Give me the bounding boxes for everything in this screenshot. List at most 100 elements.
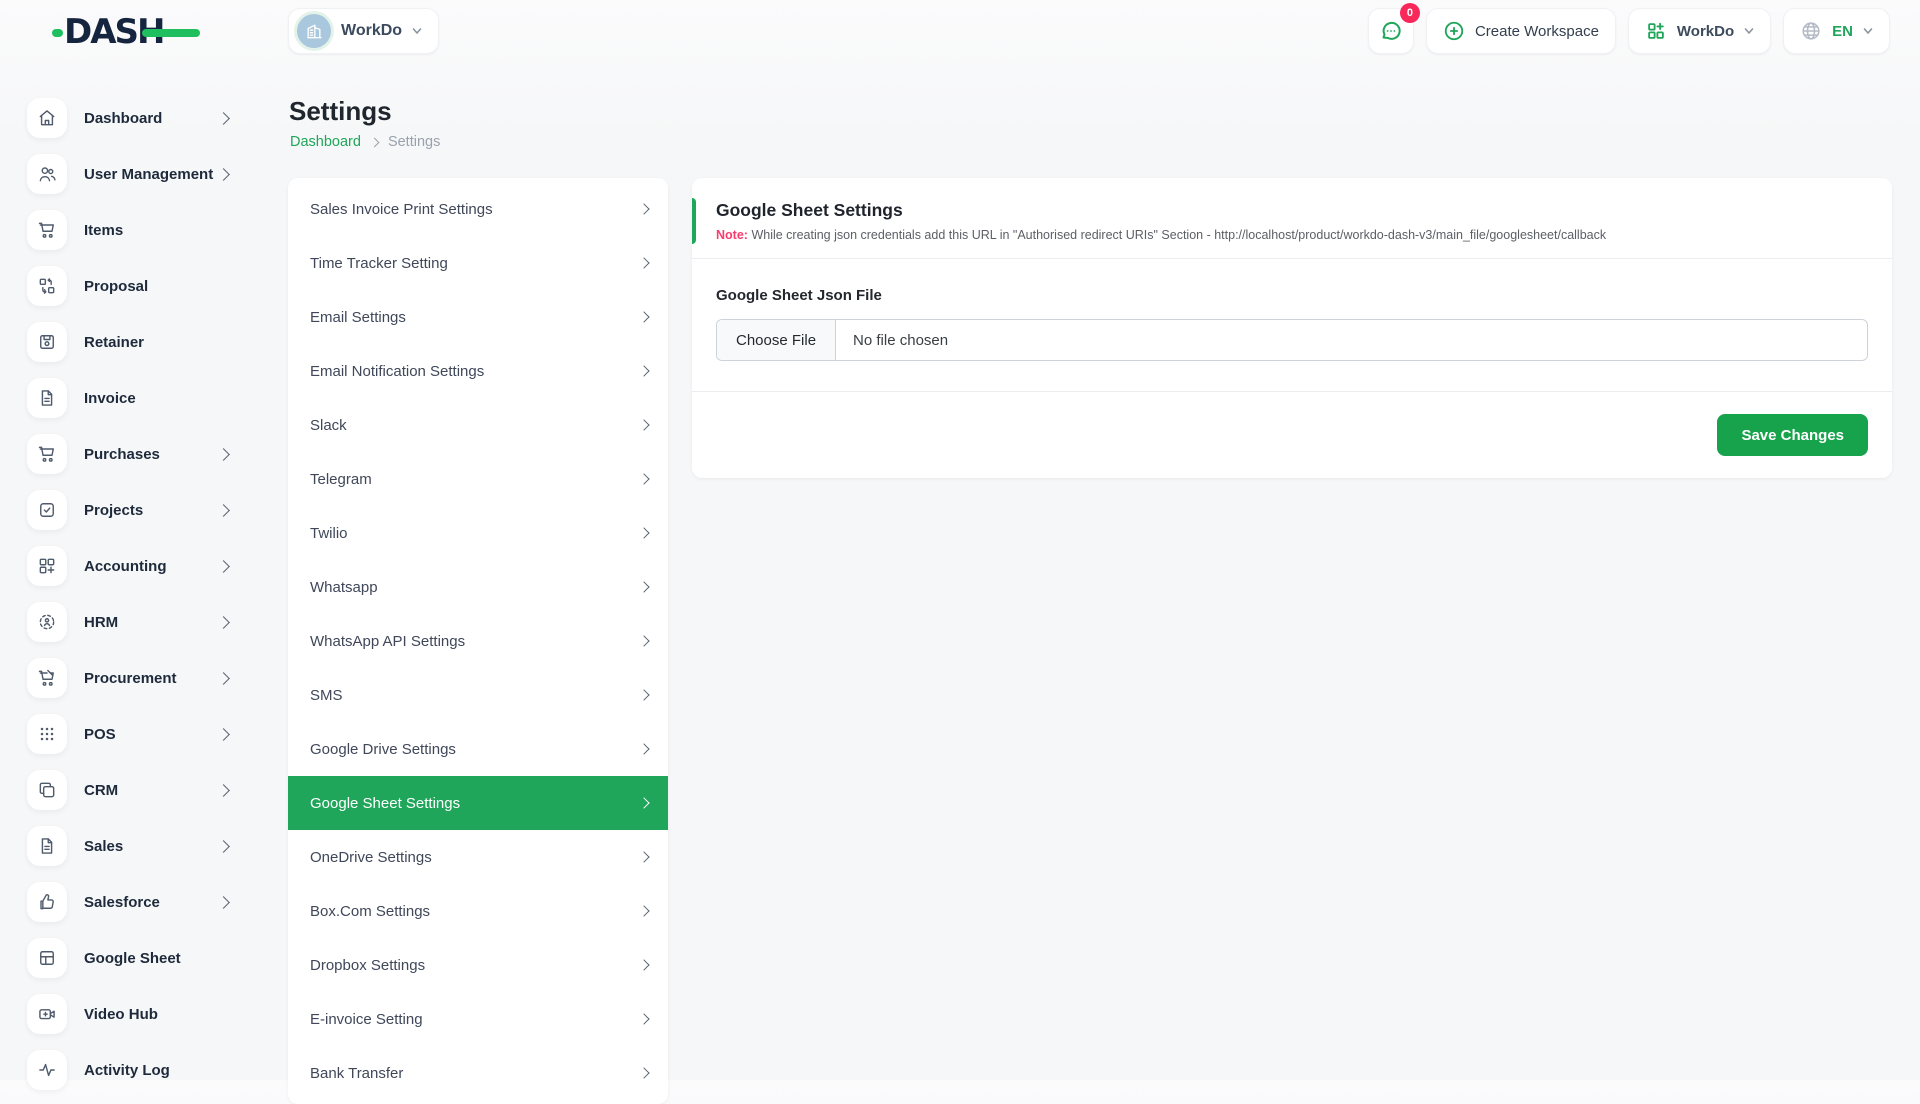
sidebar-item-video-hub[interactable]: Video Hub <box>0 986 258 1042</box>
sidebar-item-purchases[interactable]: Purchases <box>0 426 258 482</box>
sidebar-item-projects[interactable]: Projects <box>0 482 258 538</box>
sidebar-item-user-management[interactable]: User Management <box>0 146 258 202</box>
messages-count-badge: 0 <box>1400 3 1420 23</box>
chevron-right-icon <box>638 365 649 376</box>
sidebar-item-invoice[interactable]: Invoice <box>0 370 258 426</box>
note-label: Note: <box>716 228 748 242</box>
chevron-right-icon <box>638 689 649 700</box>
chevron-right-icon <box>217 616 230 629</box>
panel-header: Google Sheet Settings Note: While creati… <box>692 178 1892 259</box>
sidebar-item-sales[interactable]: Sales <box>0 818 258 874</box>
create-workspace-button[interactable]: Create Workspace <box>1426 8 1616 54</box>
chevron-right-icon <box>638 527 649 538</box>
settings-menu-item-active[interactable]: Google Sheet Settings <box>288 776 668 830</box>
settings-menu-item[interactable]: Dropbox Settings <box>288 938 668 992</box>
breadcrumb-dashboard-link[interactable]: Dashboard <box>290 134 361 150</box>
chevron-right-icon <box>217 560 230 573</box>
sidebar-item-dashboard[interactable]: Dashboard <box>0 90 258 146</box>
sidebar-item-proposal[interactable]: Proposal <box>0 258 258 314</box>
topbar: DASH WorkDo 0 Create Work <box>0 0 1920 64</box>
apps-grid-icon <box>1645 20 1667 42</box>
sidebar-item-pos[interactable]: POS <box>0 706 258 762</box>
workspace-selector[interactable]: WorkDo <box>288 8 439 54</box>
chevron-right-icon <box>638 1013 649 1024</box>
settings-menu-item[interactable]: Slack <box>288 398 668 452</box>
language-selector[interactable]: EN <box>1783 8 1890 54</box>
panel-accent-bar <box>692 198 696 244</box>
chevron-right-icon <box>638 905 649 916</box>
workflow-icon <box>27 266 67 306</box>
chevron-right-icon <box>638 743 649 754</box>
settings-menu-item[interactable]: Box.Com Settings <box>288 884 668 938</box>
save-changes-button[interactable]: Save Changes <box>1717 414 1868 456</box>
sidebar-item-procurement[interactable]: Procurement <box>0 650 258 706</box>
chevron-right-icon <box>638 473 649 484</box>
dash-logo[interactable]: DASH <box>64 13 194 51</box>
panel-body: Google Sheet Json File Choose File No fi… <box>692 259 1892 392</box>
table-icon <box>27 938 67 978</box>
chevron-down-icon <box>412 26 422 36</box>
building-icon <box>304 21 324 41</box>
settings-menu-item[interactable]: Time Tracker Setting <box>288 236 668 290</box>
activity-pulse-icon <box>27 1050 67 1090</box>
chevron-right-icon <box>217 896 230 909</box>
chevron-down-icon <box>1863 26 1873 36</box>
settings-menu-item[interactable]: Bank Transfer <box>288 1046 668 1100</box>
choose-file-button[interactable]: Choose File <box>717 320 836 360</box>
chevron-right-icon <box>638 635 649 646</box>
chevron-right-icon <box>217 784 230 797</box>
settings-menu-item[interactable]: Whatsapp <box>288 560 668 614</box>
sidebar-item-crm[interactable]: CRM <box>0 762 258 818</box>
sidebar-item-accounting[interactable]: Accounting <box>0 538 258 594</box>
settings-menu-item[interactable]: Twilio <box>288 506 668 560</box>
chevron-right-icon <box>638 311 649 322</box>
chevron-right-icon <box>217 112 230 125</box>
sidebar-item-salesforce[interactable]: Salesforce <box>0 874 258 930</box>
check-square-icon <box>27 490 67 530</box>
chevron-right-icon <box>638 419 649 430</box>
chevron-right-icon <box>217 840 230 853</box>
chevron-right-icon <box>217 448 230 461</box>
logo-accent-bar <box>142 29 200 37</box>
sidebar-item-google-sheet[interactable]: Google Sheet <box>0 930 258 986</box>
cart-remove-icon <box>27 658 67 698</box>
settings-menu-item[interactable]: Telegram <box>288 452 668 506</box>
workspace-name: WorkDo <box>341 22 402 40</box>
app-switcher[interactable]: WorkDo <box>1628 8 1771 54</box>
chevron-right-icon <box>638 581 649 592</box>
chevron-right-icon <box>217 504 230 517</box>
panel-title: Google Sheet Settings <box>716 200 1868 221</box>
sidebar-item-retainer[interactable]: Retainer <box>0 314 258 370</box>
users-icon <box>27 154 67 194</box>
sidebar-item-hrm[interactable]: HRM <box>0 594 258 650</box>
settings-menu-item[interactable]: Google Drive Settings <box>288 722 668 776</box>
sidebar-item-items[interactable]: Items <box>0 202 258 258</box>
chevron-right-icon <box>638 257 649 268</box>
chevron-right-icon <box>217 672 230 685</box>
settings-menu-item[interactable]: Email Notification Settings <box>288 344 668 398</box>
breadcrumb: Dashboard Settings <box>290 134 440 150</box>
messages-button[interactable]: 0 <box>1368 8 1414 54</box>
settings-menu-item[interactable]: Sales Invoice Print Settings <box>288 182 668 236</box>
settings-menu-item[interactable]: Email Settings <box>288 290 668 344</box>
cart-icon <box>27 434 67 474</box>
logo-accent-dot <box>52 29 63 37</box>
settings-menu-item[interactable]: OneDrive Settings <box>288 830 668 884</box>
video-camera-icon <box>27 994 67 1034</box>
settings-menu-item[interactable]: WhatsApp API Settings <box>288 614 668 668</box>
dots-grid-icon <box>27 714 67 754</box>
plus-circle-icon <box>1443 20 1465 42</box>
sidebar-item-activity-log[interactable]: Activity Log <box>0 1042 258 1098</box>
person-focus-icon <box>27 602 67 642</box>
file-status-text: No file chosen <box>836 332 948 349</box>
google-sheet-settings-panel: Google Sheet Settings Note: While creati… <box>692 178 1892 478</box>
settings-menu: Sales Invoice Print Settings Time Tracke… <box>288 178 668 1104</box>
chevron-down-icon <box>1744 26 1754 36</box>
settings-menu-item[interactable]: E-invoice Setting <box>288 992 668 1046</box>
globe-icon <box>1800 20 1822 42</box>
page-title: Settings <box>289 96 392 127</box>
chevron-right-icon <box>638 1067 649 1078</box>
json-file-input[interactable]: Choose File No file chosen <box>716 319 1868 361</box>
settings-menu-item[interactable]: SMS <box>288 668 668 722</box>
chevron-right-icon <box>369 137 379 147</box>
